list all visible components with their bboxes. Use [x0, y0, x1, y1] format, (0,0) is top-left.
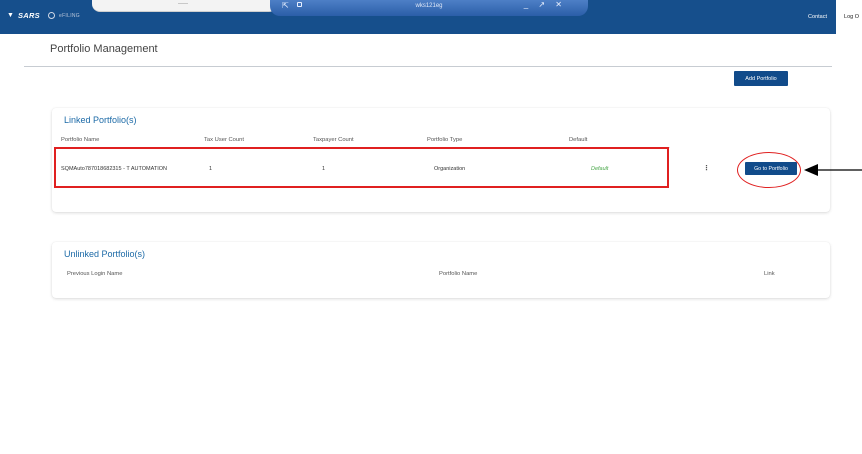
- col-default: Default: [569, 137, 588, 143]
- col-link: Link: [764, 271, 775, 277]
- rdp-tab-handle[interactable]: [92, 0, 277, 12]
- col-taxpayer-count: Taxpayer Count: [313, 137, 354, 143]
- col-portfolio-type: Portfolio Type: [427, 137, 463, 143]
- efiling-logo-text: eFILING: [58, 12, 80, 19]
- more-options-icon[interactable]: ⋮: [703, 164, 710, 172]
- sars-logo-text: SARS: [17, 11, 40, 20]
- page-title: Portfolio Management: [50, 43, 158, 55]
- col-portfolio-name: Portfolio Name: [61, 137, 100, 143]
- col-previous-login-name: Previous Login Name: [67, 271, 123, 277]
- sars-logo-icon: ▼: [7, 12, 14, 19]
- unlinked-portfolios-title: Unlinked Portfolio(s): [64, 249, 146, 259]
- title-divider: [24, 66, 832, 67]
- highlight-ellipse: [737, 152, 801, 188]
- linked-portfolios-title: Linked Portfolio(s): [64, 115, 137, 125]
- sars-logo[interactable]: ▼ SARS eFILING: [7, 11, 80, 20]
- contact-link[interactable]: Contact: [808, 14, 827, 20]
- add-portfolio-button[interactable]: Add Portfolio: [734, 71, 788, 86]
- pointer-arrow-icon: [804, 164, 862, 176]
- col-unlinked-portfolio-name: Portfolio Name: [439, 271, 478, 277]
- grip-icon: [178, 3, 188, 4]
- efiling-logo-icon: [47, 12, 55, 19]
- col-tax-user-count: Tax User Count: [204, 137, 244, 143]
- rdp-window-controls[interactable]: _ ↗ ✕: [524, 0, 566, 9]
- header-links: Contact Log O: [808, 0, 862, 34]
- rdp-connection-bar[interactable]: ⇱ wks121eg _ ↗ ✕: [270, 0, 588, 16]
- logout-link[interactable]: Log O: [836, 0, 862, 34]
- unlinked-portfolios-card: Unlinked Portfolio(s) Previous Login Nam…: [52, 242, 830, 298]
- highlight-rectangle: [54, 147, 669, 188]
